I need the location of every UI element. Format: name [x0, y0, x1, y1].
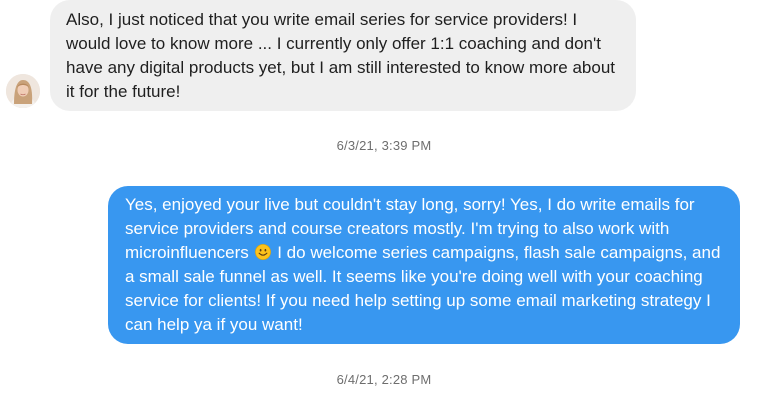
sender-avatar[interactable]	[6, 74, 40, 108]
avatar-photo-icon	[6, 74, 40, 108]
message-timestamp: 6/4/21, 2:28 PM	[336, 372, 432, 387]
incoming-message-text: Also, I just noticed that you write emai…	[66, 10, 616, 101]
outgoing-message-bubble[interactable]: Yes, enjoyed your live but couldn't stay…	[108, 186, 740, 344]
smiling-face-emoji-icon	[254, 244, 271, 260]
chat-thread: Also, I just noticed that you write emai…	[0, 0, 768, 408]
message-timestamp: 6/3/21, 3:39 PM	[336, 138, 432, 153]
incoming-message-bubble[interactable]: Also, I just noticed that you write emai…	[50, 0, 636, 111]
